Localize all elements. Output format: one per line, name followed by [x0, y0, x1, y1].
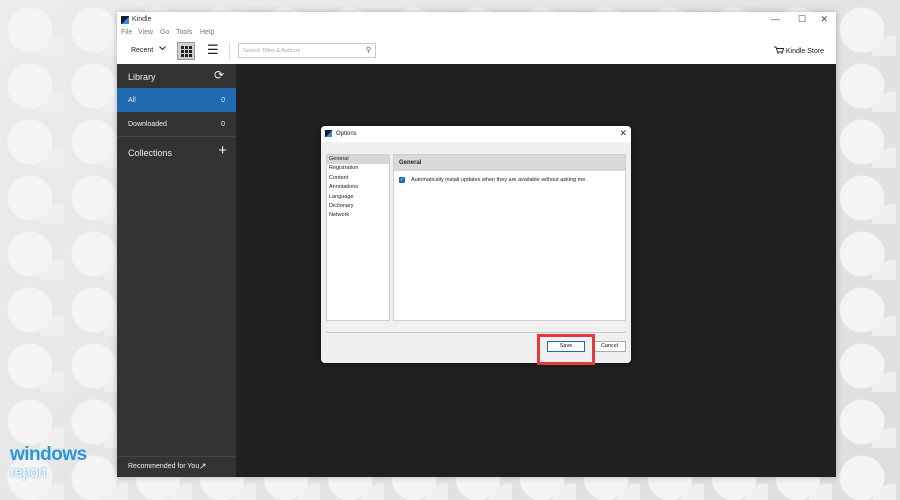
- sort-dropdown[interactable]: Recent: [131, 46, 166, 54]
- close-button[interactable]: ✕: [820, 14, 828, 25]
- recommended-link[interactable]: Recommended for You ↗: [117, 456, 236, 477]
- grid-view-button[interactable]: [177, 42, 195, 60]
- options-nav: General Registration Content Annotations…: [326, 154, 390, 321]
- sidebar: Library ⟳ All 0 Downloaded 0 Collections…: [117, 64, 236, 477]
- library-heading: Library: [128, 72, 156, 82]
- menu-go[interactable]: Go: [160, 29, 169, 36]
- add-collection-icon[interactable]: +: [218, 142, 227, 159]
- minimize-button[interactable]: —: [771, 14, 780, 24]
- title-bar: Kindle — ☐ ✕: [117, 12, 836, 28]
- menu-view[interactable]: View: [138, 29, 153, 36]
- toolbar: Recent ☰ Search Titles & Authors ⚲ Kindl…: [117, 38, 836, 65]
- recommended-label: Recommended for You: [128, 463, 200, 470]
- nav-item-network[interactable]: Network: [327, 211, 389, 220]
- nav-item-language[interactable]: Language: [327, 193, 389, 202]
- search-icon: ⚲: [365, 47, 371, 54]
- nav-item-annotations[interactable]: Annotations: [327, 183, 389, 192]
- cancel-button[interactable]: Cancel: [593, 341, 626, 352]
- chevron-down-icon: [159, 46, 166, 51]
- sidebar-item-label: Downloaded: [128, 121, 167, 128]
- kindle-store-label: Kindle Store: [785, 48, 824, 55]
- nav-item-registration[interactable]: Registration: [327, 164, 389, 173]
- search-placeholder: Search Titles & Authors: [243, 48, 301, 54]
- options-panel: General ✓ Automatically install updates …: [393, 154, 626, 321]
- sidebar-item-count: 0: [221, 121, 225, 128]
- nav-item-general[interactable]: General: [327, 155, 389, 165]
- maximize-button[interactable]: ☐: [798, 14, 806, 25]
- kindle-app-icon: [325, 130, 332, 137]
- panel-heading: General: [394, 155, 625, 171]
- dialog-title-bar: Options ✕: [321, 126, 631, 142]
- sidebar-item-all[interactable]: All 0: [117, 88, 236, 112]
- dialog-divider: [326, 332, 626, 333]
- options-dialog: Options ✕ General Registration Content A…: [321, 126, 631, 363]
- sort-label: Recent: [131, 47, 154, 54]
- nav-item-dictionary[interactable]: Dictionary: [327, 202, 389, 211]
- kindle-app-icon: [121, 16, 129, 24]
- sync-icon[interactable]: ⟳: [214, 68, 224, 82]
- auto-update-checkbox[interactable]: ✓: [399, 177, 405, 183]
- sidebar-item-label: All: [128, 97, 136, 104]
- watermark-logo: windows report: [10, 444, 87, 481]
- search-input[interactable]: Search Titles & Authors ⚲: [238, 43, 376, 58]
- window-title: Kindle: [132, 16, 152, 23]
- toolbar-divider: [229, 42, 230, 60]
- auto-update-label: Automatically install updates when they …: [411, 177, 587, 183]
- sidebar-item-downloaded[interactable]: Downloaded 0: [117, 112, 236, 137]
- menu-file[interactable]: File: [121, 29, 132, 36]
- menu-help[interactable]: Help: [200, 29, 214, 36]
- dialog-close-button[interactable]: ✕: [619, 128, 627, 139]
- external-link-icon: ↗: [199, 461, 207, 471]
- sidebar-item-count: 0: [221, 97, 225, 104]
- cart-icon: [773, 46, 785, 54]
- menu-tools[interactable]: Tools: [176, 29, 192, 36]
- save-highlight-box: [537, 334, 595, 365]
- list-view-button[interactable]: ☰: [207, 43, 219, 57]
- collections-heading: Collections: [128, 148, 173, 158]
- dialog-title: Options: [336, 131, 357, 137]
- nav-item-content[interactable]: Content: [327, 174, 389, 183]
- menu-bar: File View Go Tools Help: [117, 28, 836, 38]
- kindle-store-button[interactable]: Kindle Store: [773, 46, 824, 55]
